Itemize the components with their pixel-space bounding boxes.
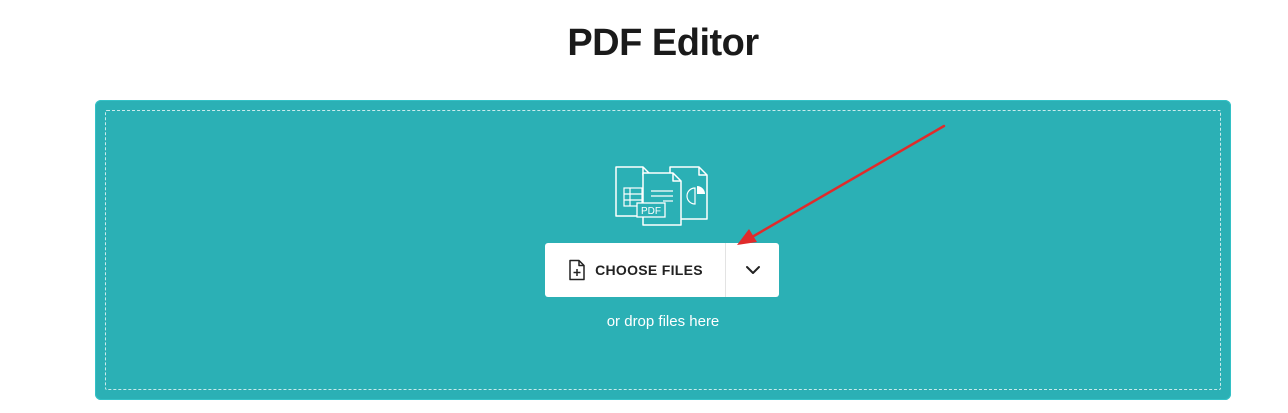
file-dropzone[interactable]: PDF CHOOSE FILES or drop files here: [95, 100, 1231, 400]
pdf-file-icon: PDF: [636, 172, 682, 226]
chevron-down-icon: [745, 266, 760, 274]
choose-files-group: CHOOSE FILES: [545, 243, 779, 297]
page-title: PDF Editor: [567, 22, 759, 64]
drop-hint-text: or drop files here: [606, 313, 720, 330]
choose-files-button[interactable]: CHOOSE FILES: [545, 243, 726, 297]
choose-files-label: CHOOSE FILES: [595, 262, 703, 278]
add-file-icon: [569, 259, 585, 281]
pdf-badge-label: PDF: [641, 206, 661, 217]
file-types-icon: PDF: [615, 166, 708, 226]
source-dropdown-button[interactable]: [726, 243, 779, 297]
